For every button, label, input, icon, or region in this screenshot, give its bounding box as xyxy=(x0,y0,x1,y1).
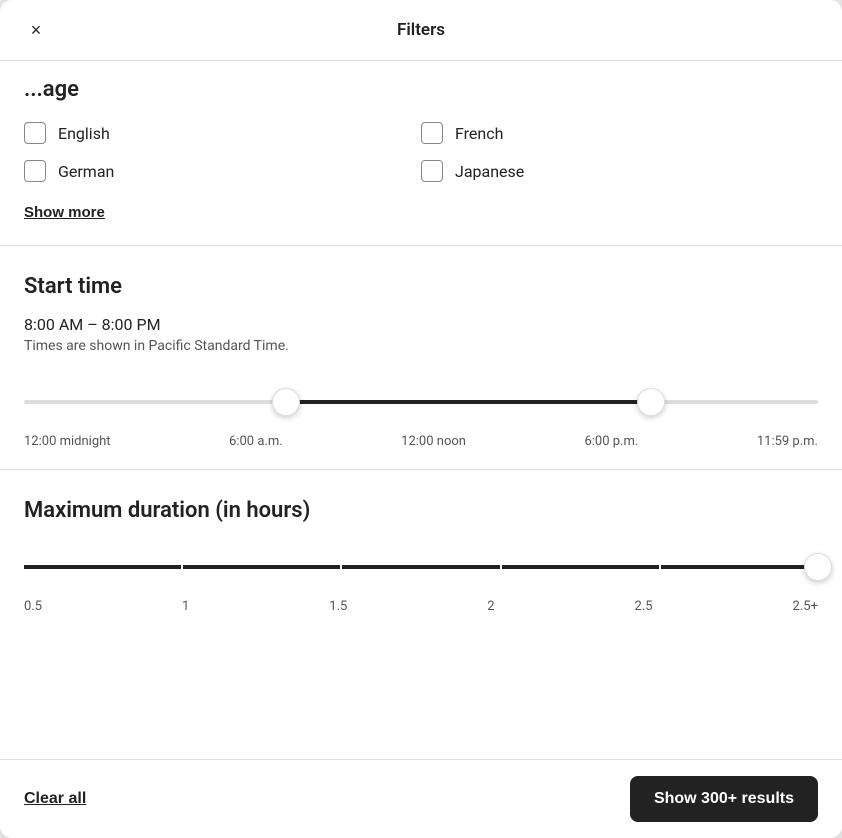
time-range-text: 8:00 AM – 8:00 PM xyxy=(24,315,818,334)
checkbox-box-french[interactable] xyxy=(421,122,443,144)
time-label-noon: 12:00 noon xyxy=(401,434,466,449)
start-time-title: Start time xyxy=(24,274,818,299)
checkbox-label-german: German xyxy=(58,162,114,181)
time-label-6am: 6:00 a.m. xyxy=(229,434,283,449)
slider-thumb-left[interactable] xyxy=(272,388,300,416)
duration-slider[interactable] xyxy=(24,547,818,587)
checkbox-box-english[interactable] xyxy=(24,122,46,144)
duration-segment-4 xyxy=(502,565,659,569)
language-section-partial: ...age xyxy=(0,61,842,102)
time-label-midnight: 12:00 midnight xyxy=(24,434,111,449)
checkbox-box-japanese[interactable] xyxy=(421,160,443,182)
checkbox-french[interactable]: French xyxy=(421,122,818,144)
duration-label-2.5plus: 2.5+ xyxy=(793,599,818,614)
show-more-button[interactable]: Show more xyxy=(24,204,105,221)
duration-label-0.5: 0.5 xyxy=(24,599,42,614)
duration-thumb[interactable] xyxy=(804,553,832,581)
language-checkbox-grid: English French German Japanese xyxy=(0,102,842,190)
duration-track-wrapper xyxy=(24,565,818,569)
duration-segment-2 xyxy=(183,565,340,569)
bottom-spacer xyxy=(0,634,842,674)
filter-modal: × Filters ...age English French German xyxy=(0,0,842,838)
max-duration-section: Maximum duration (in hours) xyxy=(0,470,842,634)
start-time-section: Start time 8:00 AM – 8:00 PM Times are s… xyxy=(0,246,842,470)
checkbox-german[interactable]: German xyxy=(24,160,421,182)
checkbox-label-japanese: Japanese xyxy=(455,162,524,181)
checkbox-box-german[interactable] xyxy=(24,160,46,182)
time-label-midnight-end: 11:59 p.m. xyxy=(757,434,818,449)
modal-header: × Filters xyxy=(0,0,842,61)
timezone-text: Times are shown in Pacific Standard Time… xyxy=(24,338,818,354)
max-duration-title: Maximum duration (in hours) xyxy=(24,498,818,523)
close-button[interactable]: × xyxy=(20,14,52,46)
duration-label-1: 1 xyxy=(182,599,189,614)
start-time-slider[interactable] xyxy=(24,382,818,422)
duration-label-1.5: 1.5 xyxy=(329,599,347,614)
checkbox-label-english: English xyxy=(58,124,110,143)
modal-footer: Clear all Show 300+ results xyxy=(0,759,842,838)
checkbox-english[interactable]: English xyxy=(24,122,421,144)
duration-label-2: 2 xyxy=(487,599,494,614)
show-more-container: Show more xyxy=(0,190,842,245)
duration-segment-1 xyxy=(24,565,181,569)
clear-all-button[interactable]: Clear all xyxy=(24,790,86,808)
checkbox-label-french: French xyxy=(455,124,503,143)
slider-thumb-right[interactable] xyxy=(637,388,665,416)
slider-track xyxy=(24,400,818,404)
close-icon: × xyxy=(31,20,42,41)
partial-label-text: ...age xyxy=(24,77,79,102)
modal-title: Filters xyxy=(397,20,445,40)
show-results-button[interactable]: Show 300+ results xyxy=(630,776,818,822)
slider-fill xyxy=(286,400,651,404)
modal-body: ...age English French German Japanese xyxy=(0,61,842,759)
checkbox-japanese[interactable]: Japanese xyxy=(421,160,818,182)
time-label-6pm: 6:00 p.m. xyxy=(584,434,638,449)
duration-labels: 0.5 1 1.5 2 2.5 2.5+ xyxy=(24,599,818,614)
duration-label-2.5: 2.5 xyxy=(635,599,653,614)
duration-segment-5 xyxy=(661,565,818,569)
duration-segment-3 xyxy=(342,565,499,569)
slider-time-labels: 12:00 midnight 6:00 a.m. 12:00 noon 6:00… xyxy=(24,434,818,449)
